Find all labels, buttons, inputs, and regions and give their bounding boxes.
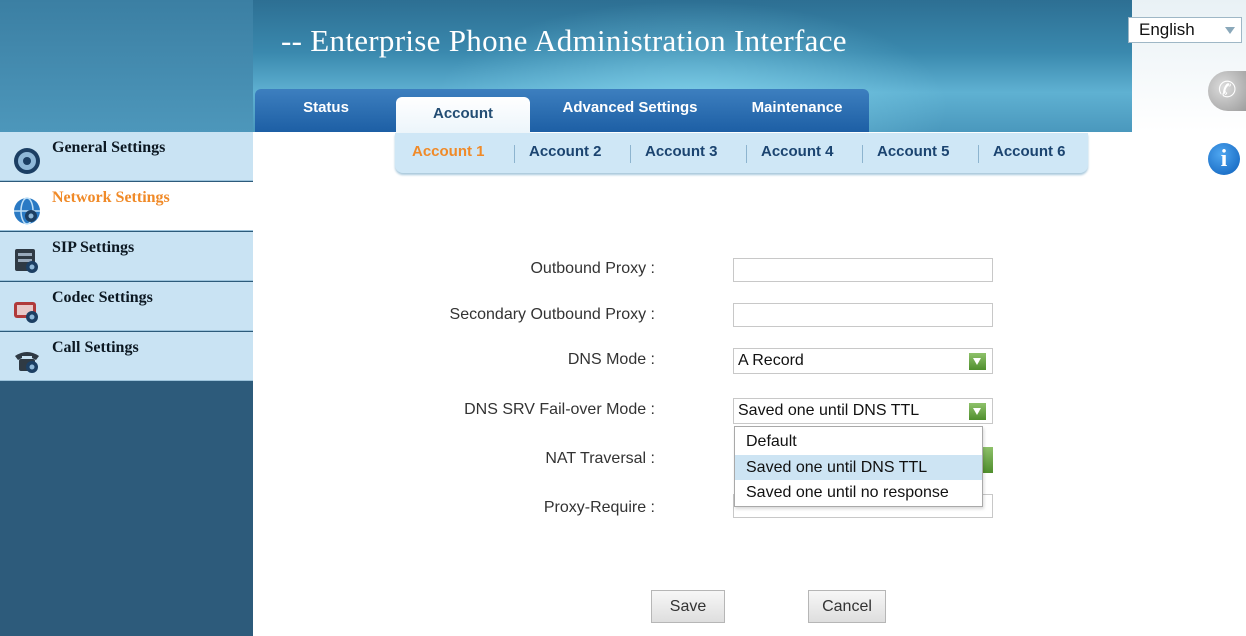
sidebar-item-label: Call Settings (52, 339, 139, 356)
secondary-outbound-proxy-label: Secondary Outbound Proxy : (449, 306, 655, 323)
sidebar-item-label: General Settings (52, 139, 166, 156)
telephone-icon (15, 352, 39, 373)
dropdown-option-saved-until-no-response[interactable]: Saved one until no response (735, 480, 982, 505)
secondary-outbound-proxy-input[interactable] (733, 303, 993, 327)
subtab-account-1[interactable]: Account 1 (412, 143, 485, 160)
dns-mode-select[interactable]: A Record (733, 348, 993, 374)
subtab-divider (630, 145, 631, 163)
tab-advanced-settings[interactable]: Advanced Settings (540, 89, 720, 132)
sidebar-item-network-settings[interactable]: Network Settings (0, 182, 253, 231)
outbound-proxy-input[interactable] (733, 258, 993, 282)
app-title: -- Enterprise Phone Administration Inter… (281, 23, 847, 58)
phone-button[interactable]: ✆ (1208, 71, 1246, 111)
language-select[interactable]: English (1128, 17, 1242, 43)
sidebar-item-label: Network Settings (52, 189, 170, 206)
subtab-account-2[interactable]: Account 2 (529, 143, 602, 160)
server-icon (15, 249, 38, 273)
dropdown-option-default[interactable]: Default (735, 429, 982, 454)
sidebar-item-label: SIP Settings (52, 239, 135, 256)
info-icon[interactable]: i (1208, 143, 1240, 175)
sidebar-item-general-settings[interactable]: General Settings (0, 132, 253, 181)
chevron-down-icon (969, 403, 986, 420)
cancel-button[interactable]: Cancel (808, 590, 886, 623)
sidebar-item-call-settings[interactable]: Call Settings (0, 332, 253, 381)
tab-account[interactable]: Account (396, 97, 530, 137)
sidebar: General Settings Network Settings SIP Se… (0, 132, 253, 636)
header-left-panel (0, 0, 253, 132)
gear-icon (14, 148, 40, 174)
outbound-proxy-label: Outbound Proxy : (530, 260, 655, 277)
dns-mode-value: A Record (738, 352, 804, 369)
tab-status[interactable]: Status (282, 89, 370, 132)
subtab-account-4[interactable]: Account 4 (761, 143, 834, 160)
proxy-require-label: Proxy-Require : (543, 499, 655, 516)
account-subtabs: Account 1 Account 2 Account 3 Account 4 … (395, 133, 1088, 173)
chevron-down-icon (1225, 27, 1235, 34)
tab-maintenance[interactable]: Maintenance (733, 89, 861, 132)
codec-icon (14, 302, 38, 323)
nat-traversal-label: NAT Traversal : (545, 450, 655, 467)
chevron-down-icon (969, 353, 986, 370)
dns-srv-failover-value: Saved one until DNS TTL (738, 402, 920, 419)
sidebar-item-sip-settings[interactable]: SIP Settings (0, 232, 253, 281)
dns-srv-failover-options: Default Saved one until DNS TTL Saved on… (734, 426, 983, 507)
globe-icon (14, 197, 40, 225)
dns-mode-label: DNS Mode : (567, 351, 655, 368)
subtab-account-6[interactable]: Account 6 (993, 143, 1066, 160)
subtab-divider (514, 145, 515, 163)
save-button[interactable]: Save (651, 590, 725, 623)
dns-srv-failover-select[interactable]: Saved one until DNS TTL (733, 398, 993, 424)
subtab-divider (862, 145, 863, 163)
sidebar-item-label: Codec Settings (52, 289, 153, 306)
subtab-account-3[interactable]: Account 3 (645, 143, 718, 160)
subtab-divider (746, 145, 747, 163)
subtab-divider (978, 145, 979, 163)
dropdown-option-saved-until-dns-ttl[interactable]: Saved one until DNS TTL (735, 455, 982, 480)
language-value: English (1139, 20, 1195, 39)
dns-srv-failover-label: DNS SRV Fail-over Mode : (464, 401, 655, 418)
phone-icon: ✆ (1218, 77, 1237, 102)
subtab-account-5[interactable]: Account 5 (877, 143, 950, 160)
sidebar-item-codec-settings[interactable]: Codec Settings (0, 282, 253, 331)
